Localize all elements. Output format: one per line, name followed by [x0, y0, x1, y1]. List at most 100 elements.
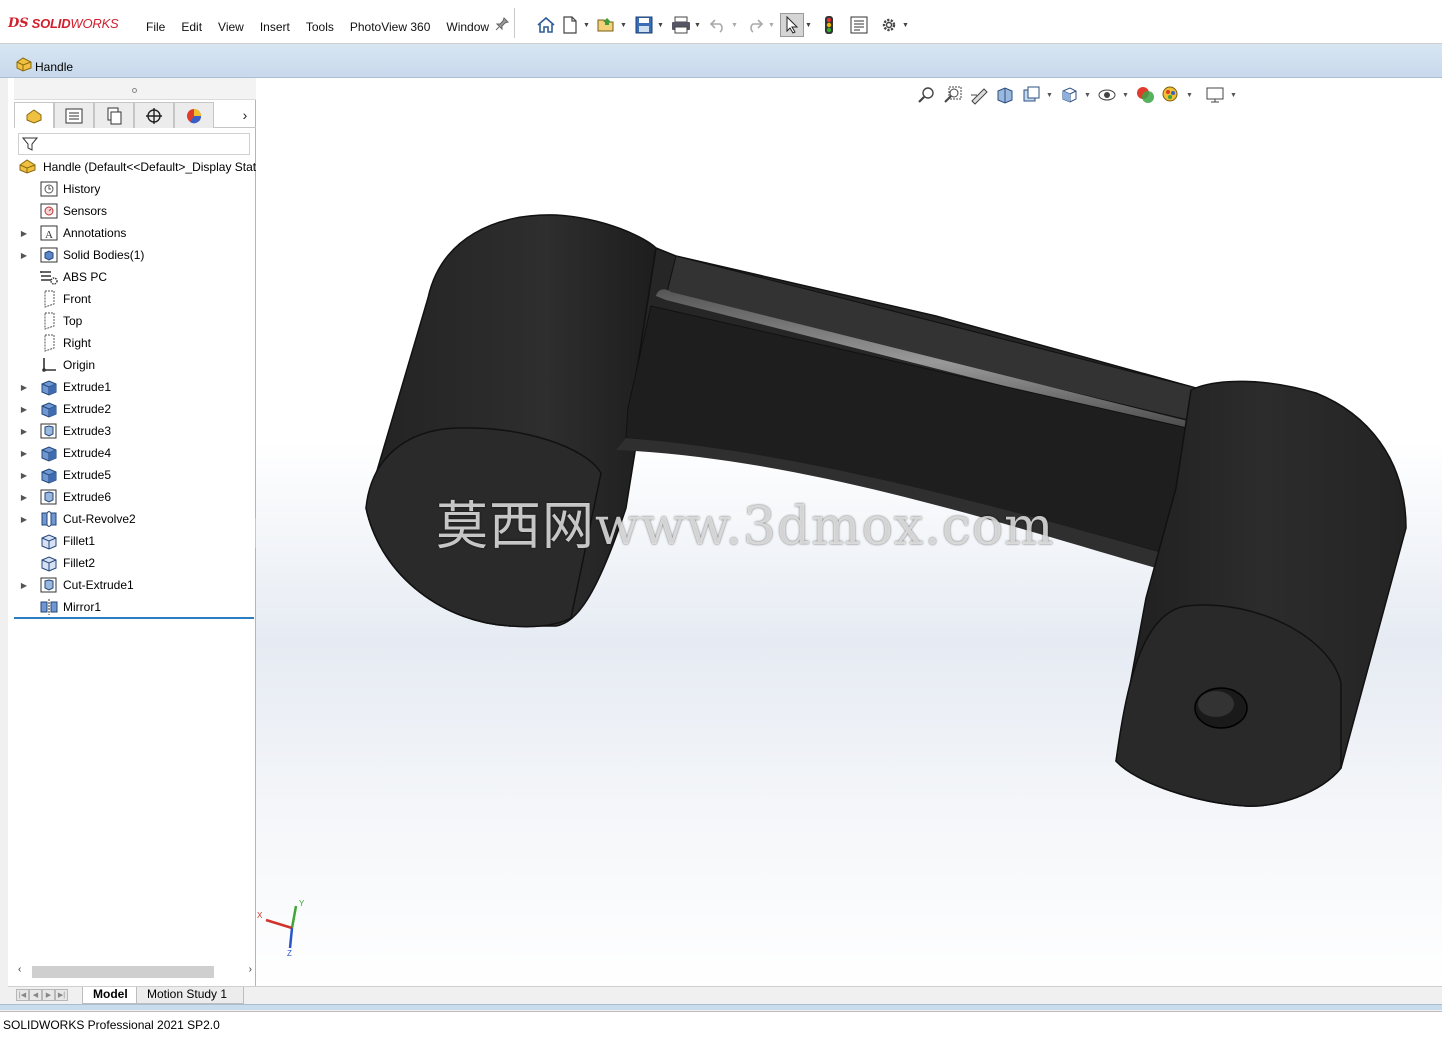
scroll-right-icon[interactable]: › — [249, 964, 252, 975]
tree-item[interactable]: Right — [14, 332, 91, 354]
expand-arrow-icon[interactable]: ▶ — [14, 229, 34, 238]
options-gear-icon[interactable] — [877, 13, 901, 37]
menu-edit[interactable]: Edit — [173, 19, 210, 35]
home-icon[interactable] — [534, 13, 558, 37]
tree-item-label: Cut-Revolve2 — [63, 512, 136, 526]
menu-bar: DS SOLIDWORKS File Edit View Insert Tool… — [0, 0, 1442, 44]
tree-root-part[interactable]: Handle (Default<<Default>_Display Stat — [18, 156, 256, 178]
tab-feature-manager[interactable] — [14, 102, 54, 128]
expand-arrow-icon[interactable]: ▶ — [14, 383, 34, 392]
open-folder-icon[interactable] — [595, 13, 619, 37]
tree-item-label: Extrude1 — [63, 380, 112, 394]
chevron-down-icon[interactable]: ▼ — [656, 13, 665, 37]
undo-icon[interactable] — [706, 13, 730, 37]
history-icon — [38, 180, 60, 198]
menu-file[interactable]: File — [138, 19, 173, 35]
file-properties-icon[interactable] — [847, 13, 871, 37]
tree-item[interactable]: Origin — [14, 354, 95, 376]
tab-model[interactable]: Model — [82, 987, 139, 1004]
horizontal-scrollbar[interactable]: ‹ › — [18, 964, 252, 980]
expand-arrow-icon[interactable]: ▶ — [14, 471, 34, 480]
tab-property-manager[interactable] — [54, 102, 94, 128]
chevron-down-icon[interactable]: ▼ — [804, 13, 813, 37]
expand-arrow-icon[interactable]: ▶ — [14, 405, 34, 414]
tab-dimxpert-manager[interactable] — [134, 102, 174, 128]
graphics-viewport[interactable]: ▼ ▼ ▼ ▼ ▼ 莫西网www.3dmox.com Y X Z — [256, 78, 1442, 988]
tree-item-label: Origin — [63, 358, 96, 372]
menu-view[interactable]: View — [210, 19, 252, 35]
scroll-left-icon[interactable]: ‹ — [18, 964, 21, 975]
tree-item[interactable]: ▶ A Annotations — [14, 222, 126, 244]
print-icon[interactable] — [669, 13, 693, 37]
expand-arrow-icon[interactable]: ▶ — [14, 427, 34, 436]
expand-arrow-icon[interactable]: ▶ — [14, 515, 34, 524]
prev-tab-icon[interactable]: ◀ — [29, 989, 42, 1001]
tree-item[interactable]: ▶ Extrude3 — [14, 420, 111, 442]
tree-item[interactable]: Sensors — [14, 200, 107, 222]
triad-x-label: X — [257, 911, 263, 920]
tree-item[interactable]: ▶ Cut-Revolve2 — [14, 508, 136, 530]
tree-filter-input[interactable] — [18, 133, 250, 155]
tab-display-manager[interactable] — [174, 102, 214, 128]
tree-item-label: Extrude5 — [63, 468, 112, 482]
tree-item[interactable]: ▶ Extrude5 — [14, 464, 111, 486]
manager-tabs: › — [14, 102, 256, 128]
tree-item[interactable]: Mirror1 — [14, 596, 101, 618]
panel-grip[interactable] — [14, 78, 256, 100]
select-pointer-icon[interactable] — [780, 13, 804, 37]
tree-item[interactable]: Top — [14, 310, 82, 332]
tree-item[interactable]: ▶ Cut-Extrude1 — [14, 574, 134, 596]
chevron-down-icon[interactable]: ▼ — [730, 13, 739, 37]
rollback-bar[interactable] — [14, 617, 254, 619]
save-icon[interactable] — [632, 13, 656, 37]
rebuild-traffic-light-icon[interactable] — [817, 13, 841, 37]
menu-window[interactable]: Window — [438, 19, 497, 35]
tabs-more-arrow-icon[interactable]: › — [234, 102, 256, 128]
menu-tools[interactable]: Tools — [298, 19, 342, 35]
pin-icon[interactable] — [495, 17, 509, 34]
reference-triad: Y X Z — [257, 899, 305, 958]
tree-item[interactable]: History — [14, 178, 100, 200]
new-document-icon[interactable] — [558, 13, 582, 37]
expand-arrow-icon[interactable]: ▶ — [14, 251, 34, 260]
tree-item[interactable]: ▶ Extrude6 — [14, 486, 111, 508]
tree-item-label: Fillet1 — [63, 534, 96, 548]
extrude-icon — [38, 466, 60, 484]
tree-item[interactable]: ▶ Extrude1 — [14, 376, 111, 398]
tab-motion-study-1[interactable]: Motion Study 1 — [136, 987, 244, 1004]
scrollbar-thumb[interactable] — [32, 966, 214, 978]
expand-arrow-icon[interactable]: ▶ — [14, 581, 34, 590]
chevron-down-icon[interactable]: ▼ — [767, 13, 776, 37]
tab-configuration-manager[interactable] — [94, 102, 134, 128]
tree-item-label: History — [63, 182, 101, 196]
menu-insert[interactable]: Insert — [252, 19, 298, 35]
chevron-down-icon[interactable]: ▼ — [693, 13, 702, 37]
next-tab-icon[interactable]: ▶ — [42, 989, 55, 1001]
tree-root-label: Handle (Default<<Default>_Display Stat — [43, 160, 256, 174]
redo-icon[interactable] — [743, 13, 767, 37]
watermark-text: 莫西网www.3dmox.com — [436, 497, 1055, 557]
solidworks-logo[interactable]: DS SOLIDWORKS — [8, 14, 119, 32]
standard-toolbar: ▼ ▼ ▼ ▼ ▼ ▼ ▼ ▼ — [534, 13, 910, 37]
chevron-down-icon[interactable]: ▼ — [619, 13, 628, 37]
expand-arrow-icon[interactable]: ▶ — [14, 493, 34, 502]
expand-arrow-icon[interactable]: ▶ — [14, 449, 34, 458]
tree-item[interactable]: ▶ Extrude2 — [14, 398, 111, 420]
chevron-down-icon[interactable]: ▼ — [582, 13, 591, 37]
tree-item[interactable]: ▶ Solid Bodies(1) — [14, 244, 144, 266]
tree-item[interactable]: Fillet1 — [14, 530, 95, 552]
tree-item-label: Solid Bodies(1) — [63, 248, 145, 262]
filter-icon[interactable] — [21, 136, 39, 155]
last-tab-icon[interactable]: ▶| — [55, 989, 68, 1001]
triad-z-label: Z — [287, 949, 292, 958]
tree-item[interactable]: ABS PC — [14, 266, 107, 288]
menu-photoview[interactable]: PhotoView 360 — [342, 19, 439, 35]
tree-item-label: Mirror1 — [63, 600, 101, 614]
tree-item[interactable]: Front — [14, 288, 91, 310]
chevron-down-icon[interactable]: ▼ — [901, 13, 910, 37]
cut-extrude-icon — [38, 576, 60, 594]
tree-item[interactable]: ▶ Extrude4 — [14, 442, 111, 464]
first-tab-icon[interactable]: |◀ — [16, 989, 29, 1001]
tree-item-label: Top — [63, 314, 83, 328]
tree-item[interactable]: Fillet2 — [14, 552, 95, 574]
